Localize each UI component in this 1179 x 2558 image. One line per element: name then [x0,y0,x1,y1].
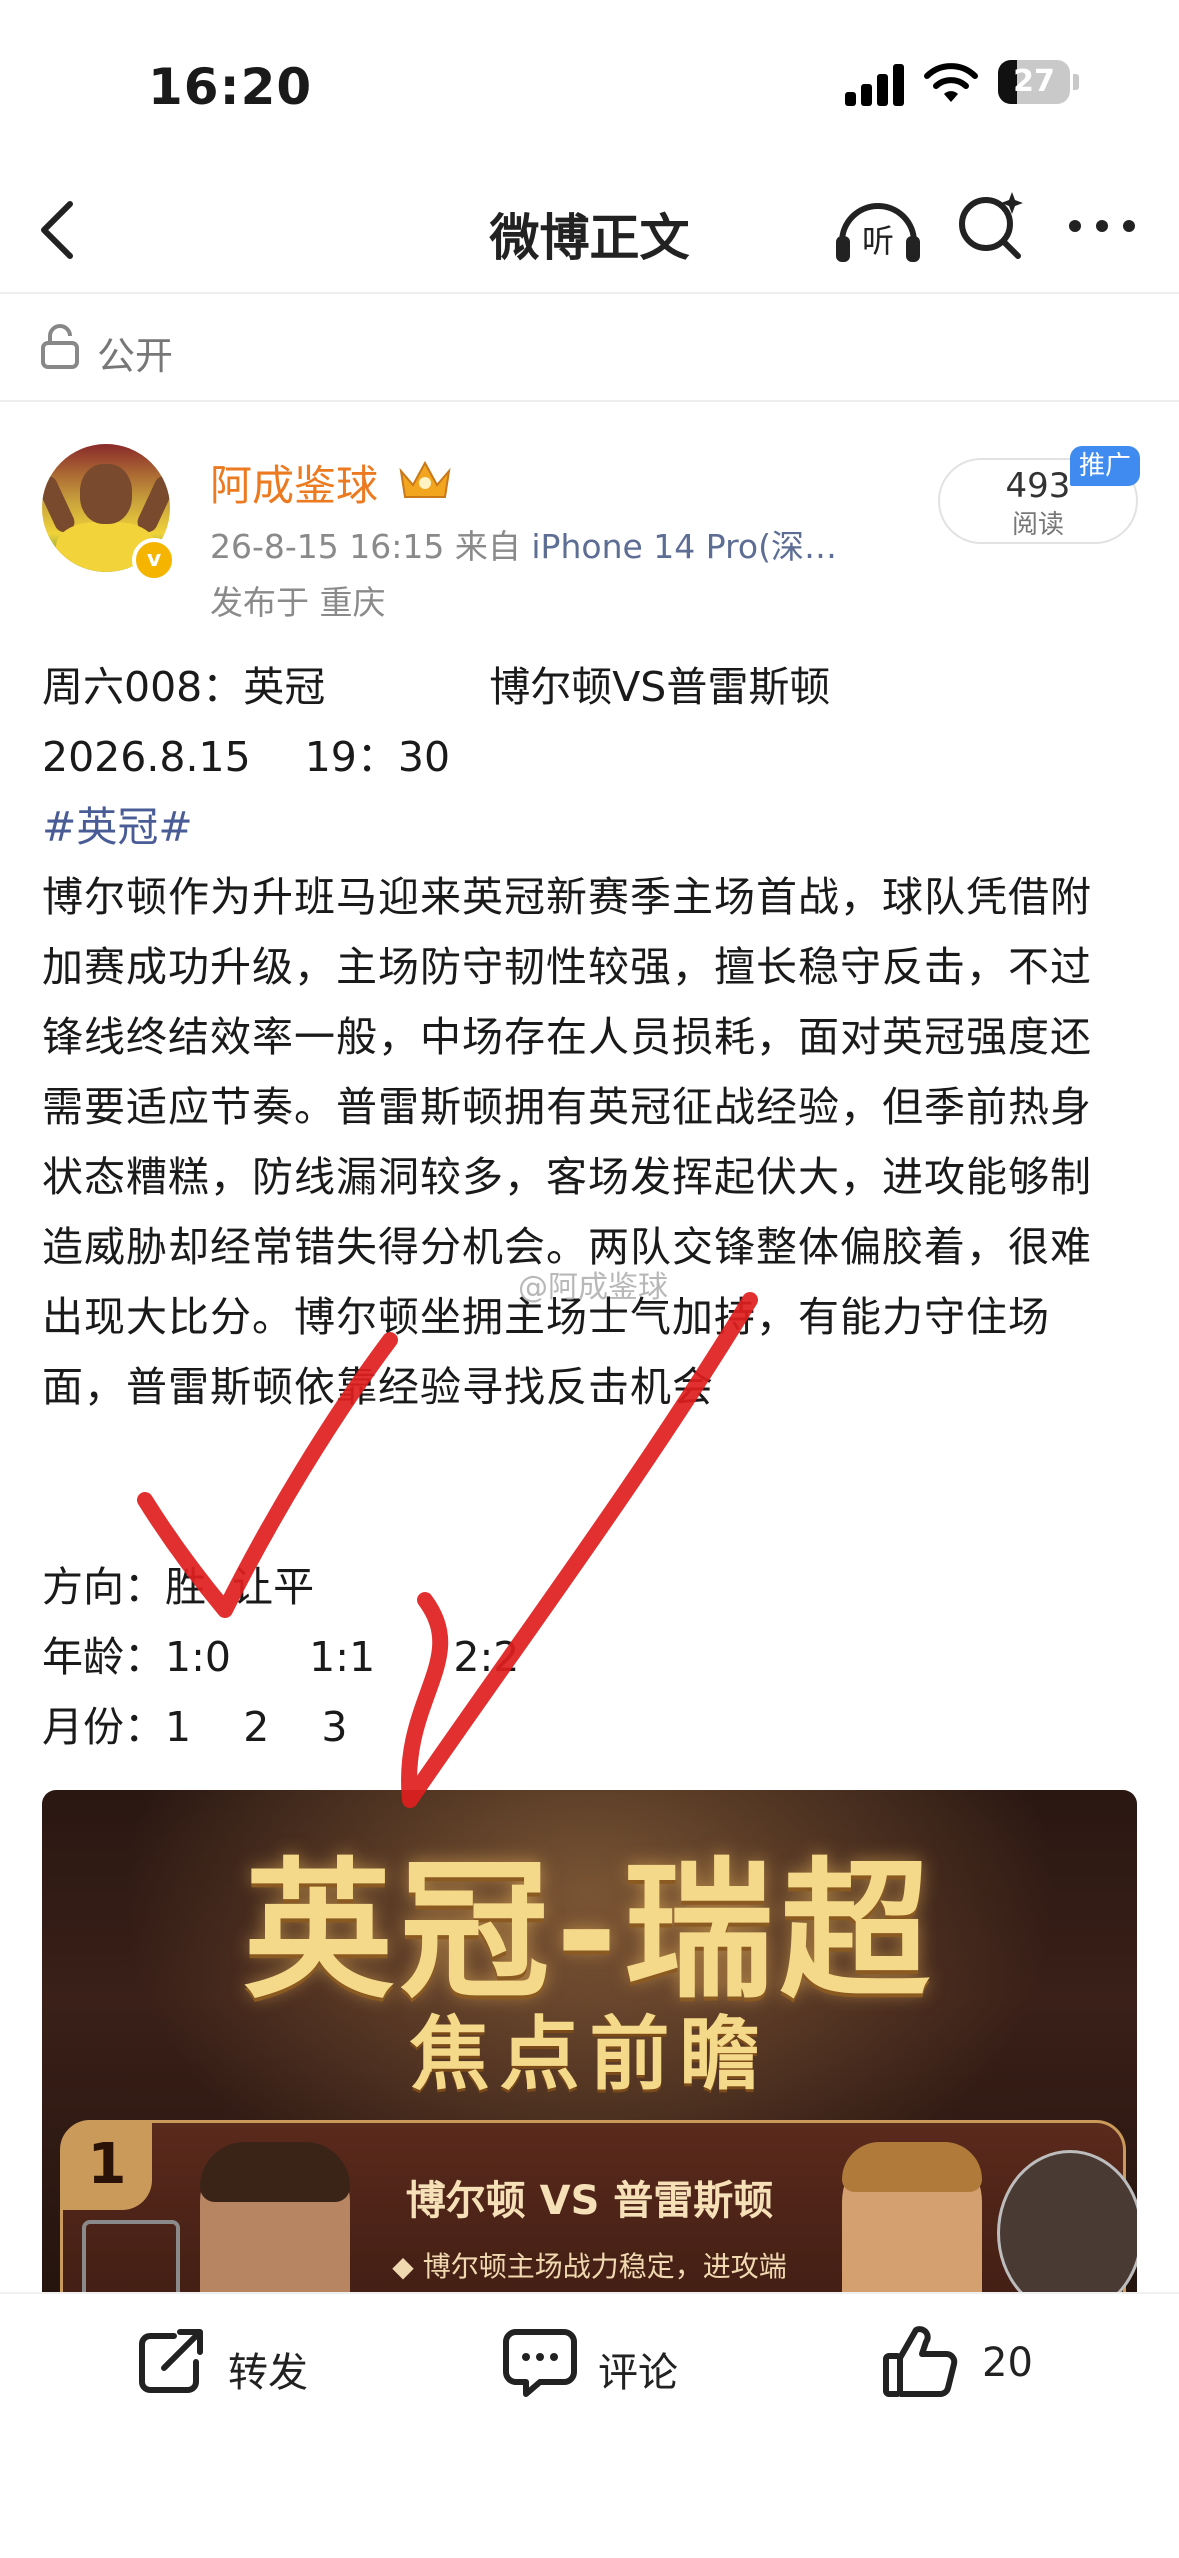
post-location: 发布于 重庆 [210,583,386,622]
comment-icon [503,2329,577,2397]
pick-month: 月份：1 2 3 [42,1703,348,1751]
repost-icon [139,2329,203,2393]
like-button[interactable]: 20 [880,2322,1080,2422]
match-title: 博尔顿 VS 普雷斯顿 [405,2178,774,2224]
status-time: 16:20 [148,58,313,116]
crown-icon [399,460,451,498]
wifi-icon [924,63,978,102]
battery-level: 27 [1013,64,1055,99]
post-date: 26-8-15 16:15 [210,527,445,566]
repost-label: 转发 [228,2350,308,2396]
post-image[interactable]: 英冠-瑞超 焦点前瞻 1 博尔顿 VS 普雷斯顿 ◆ 博尔顿主场战力稳定，进攻端 [42,1790,1137,2310]
like-icon [883,2326,958,2397]
read-label: 阅读 [1011,510,1064,540]
post-source[interactable]: iPhone 14 Pro(深… [531,527,837,566]
match-description: ◆ 博尔顿主场战力稳定，进攻端 [392,2250,787,2283]
hashtag-link[interactable]: #英冠# [42,792,193,862]
search-icon[interactable] [952,186,1032,266]
pick-direction: 方向：胜 让平 [42,1563,315,1611]
watermark: @阿成鉴球 [518,1270,668,1305]
banner-subtitle: 焦点前瞻 [409,2008,770,2101]
post-paragraph: 博尔顿作为升班马迎来英冠新赛季主场首战，球队凭借附加赛成功升级，主场防守韧性较强… [42,873,1092,1411]
comment-label: 评论 [598,2350,678,2396]
divider [0,292,1179,294]
author-name[interactable]: 阿成鉴球 [210,452,378,513]
divider [0,400,1179,402]
like-count: 20 [982,2340,1033,2386]
visibility-label: 公开 [97,334,174,378]
more-icon[interactable] [1065,206,1139,246]
post-line-match: 周六008：英冠 博尔顿VS普雷斯顿 [42,663,831,711]
comment-button[interactable]: 评论 [500,2322,720,2422]
verified-icon: v [132,538,176,582]
repost-button[interactable]: 转发 [130,2322,350,2422]
battery-icon: 27 [998,60,1080,104]
promo-badge[interactable]: 推广 [1070,446,1140,486]
listen-icon-label: 听 [862,222,894,260]
source-prefix: 来自 [454,527,521,566]
pick-age: 年龄：1:0 1:1 2:2 [42,1633,520,1681]
signal-icon [845,62,905,106]
post-line-time: 2026.8.15 19：30 [42,733,451,781]
lock-icon [41,324,79,369]
listen-icon[interactable]: 听 [832,190,924,270]
post-meta: 26-8-15 16:15 来自 iPhone 14 Pro(深… [210,520,837,568]
